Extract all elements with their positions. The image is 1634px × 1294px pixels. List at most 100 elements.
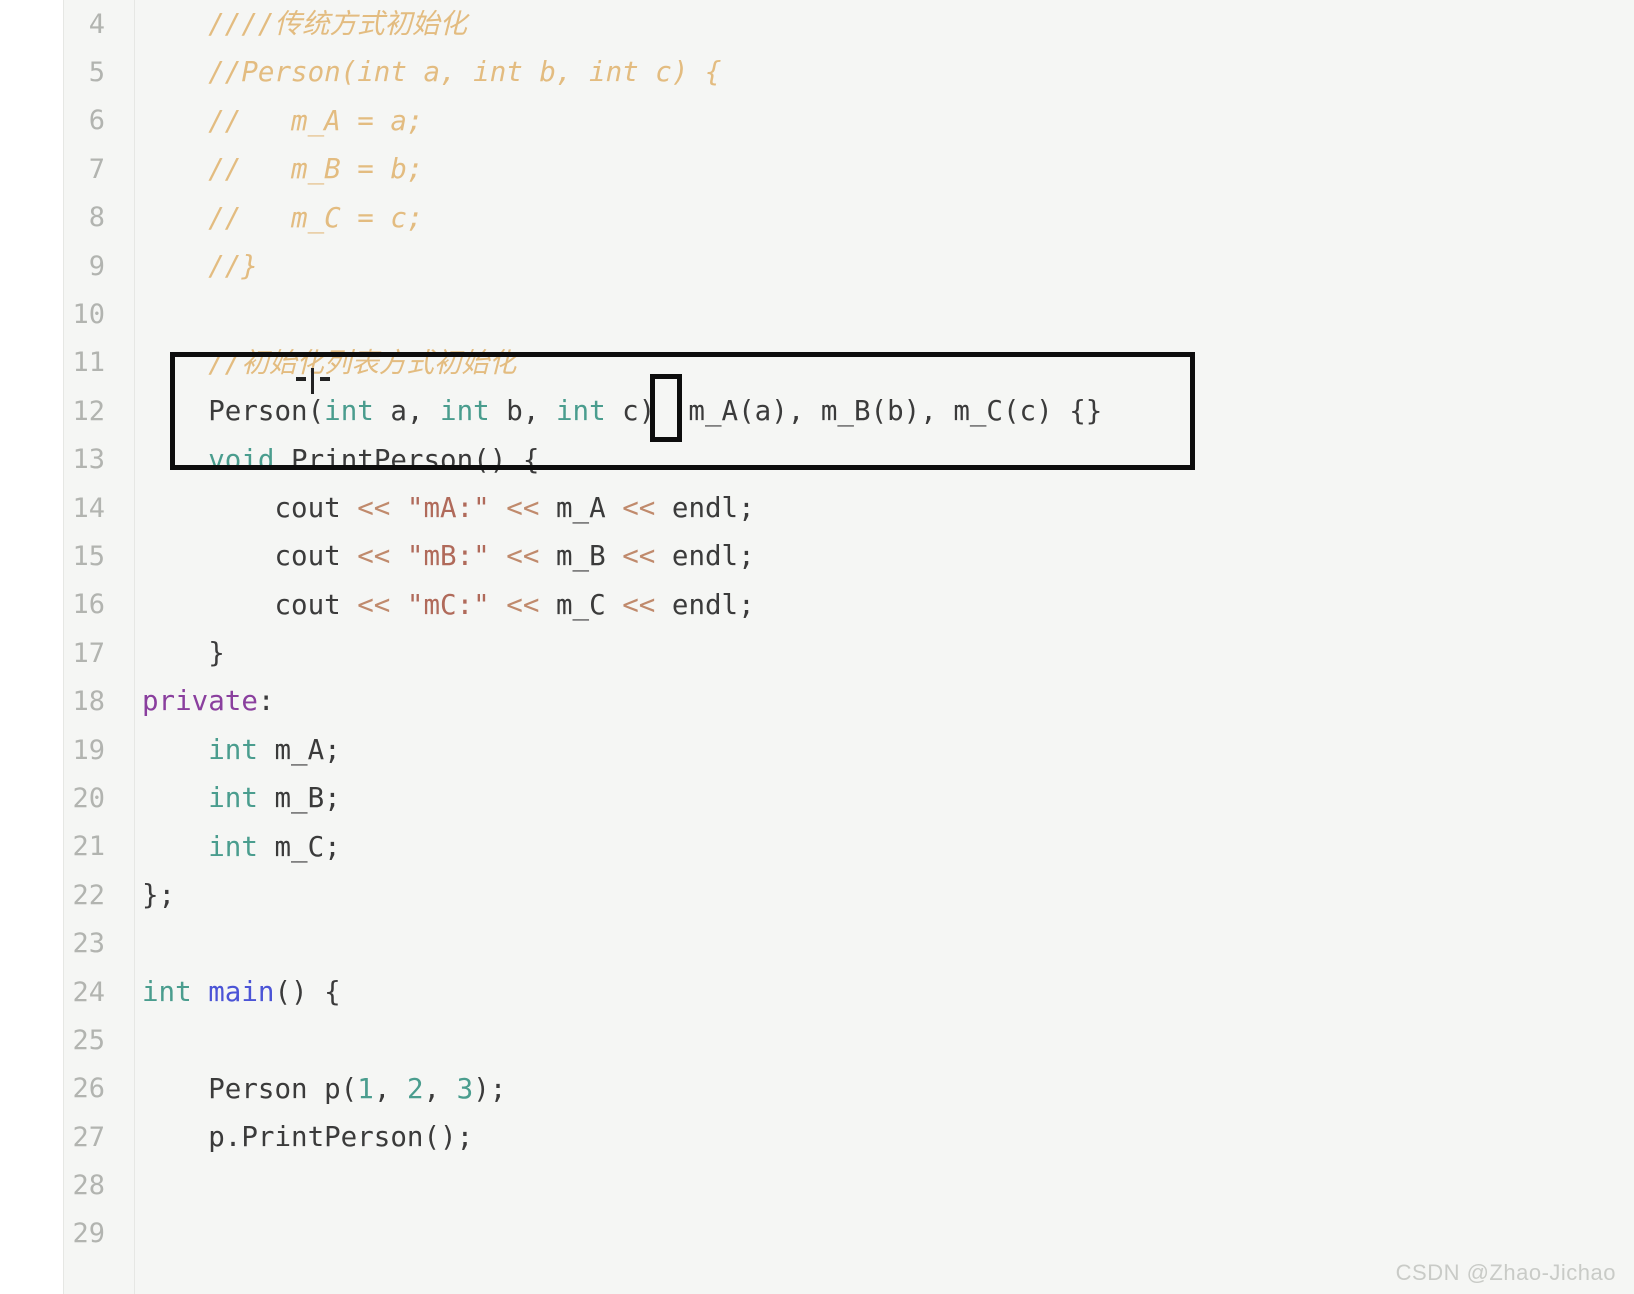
closing-brace-token: } <box>208 637 225 670</box>
code-row[interactable]: 29 <box>0 1210 1634 1258</box>
code-row[interactable]: 24 int main() { <box>0 968 1634 1016</box>
code-line[interactable]: } <box>135 629 1634 677</box>
code-row[interactable]: 8 // m_C = c; <box>0 194 1634 242</box>
code-row[interactable]: 5 //Person(int a, int b, int c) { <box>0 48 1634 96</box>
code-row[interactable]: 19 int m_A; <box>0 726 1634 774</box>
line-number: 19 <box>72 734 105 766</box>
comment-token: ////传统方式初始化 <box>208 8 467 40</box>
line-number: 20 <box>72 782 105 814</box>
code-editor: 4 ////传统方式初始化 5 //Person(int a, int b, i… <box>0 0 1634 1294</box>
code-row[interactable]: 14 cout << "mA:" << m_A << endl; <box>0 484 1634 532</box>
code-line[interactable]: private: <box>135 677 1634 725</box>
keyword-token: int <box>555 395 606 428</box>
code-row[interactable]: 25 <box>0 1016 1634 1064</box>
comment-token: //初始化列表方式初始化 <box>208 346 517 379</box>
access-specifier-token: private <box>142 685 258 718</box>
code-row[interactable]: 27 p.PrintPerson(); <box>0 1113 1634 1161</box>
code-line[interactable]: // m_A = a; <box>135 97 1634 145</box>
code-line[interactable]: int m_A; <box>135 726 1634 774</box>
code-row[interactable]: 16 cout << "mC:" << m_C << endl; <box>0 581 1634 629</box>
line-number: 17 <box>72 637 105 669</box>
code-line[interactable]: ////传统方式初始化 <box>135 0 1634 48</box>
punctuation-token: , <box>423 1072 457 1105</box>
code-line[interactable]: //Person(int a, int b, int c) { <box>135 48 1634 96</box>
code-line[interactable]: //初始化列表方式初始化 <box>135 339 1634 387</box>
member-variable-token: m_A <box>539 491 623 524</box>
punctuation-token: ); <box>473 1072 507 1105</box>
operator-token: << <box>357 588 391 621</box>
line-number: 12 <box>72 395 105 427</box>
operator-token: << <box>357 540 391 573</box>
member-variable-token: m_C <box>539 588 623 621</box>
code-row[interactable]: 7 // m_B = b; <box>0 145 1634 193</box>
code-row[interactable]: 6 // m_A = a; <box>0 97 1634 145</box>
punctuation-token: () { <box>274 975 341 1008</box>
code-line[interactable]: int m_C; <box>135 823 1634 871</box>
code-row[interactable]: 23 <box>0 919 1634 967</box>
line-number: 28 <box>72 1170 105 1202</box>
code-row[interactable]: 26 Person p(1, 2, 3); <box>0 1065 1634 1113</box>
endl-token: endl; <box>655 540 755 573</box>
code-row[interactable]: 4 ////传统方式初始化 <box>0 0 1634 48</box>
code-line[interactable]: cout << "mB:" << m_B << endl; <box>135 532 1634 580</box>
code-row[interactable]: 21 int m_C; <box>0 823 1634 871</box>
string-literal-token: "mA:" <box>390 491 507 524</box>
code-row[interactable]: 18 private: <box>0 677 1634 725</box>
code-line[interactable]: // m_C = c; <box>135 194 1634 242</box>
code-line[interactable]: Person p(1, 2, 3); <box>135 1065 1634 1113</box>
comment-token: //} <box>208 249 258 282</box>
code-row[interactable]: 20 int m_B; <box>0 774 1634 822</box>
line-number: 18 <box>72 686 105 718</box>
code-row[interactable]: 9 //} <box>0 242 1634 290</box>
code-line[interactable]: // m_B = b; <box>135 145 1634 193</box>
code-row[interactable]: 22 }; <box>0 871 1634 919</box>
code-row[interactable]: 12 Person(int a, int b, int c) :m_A(a), … <box>0 387 1634 435</box>
keyword-token: int <box>208 782 258 815</box>
code-line[interactable]: }; <box>135 871 1634 919</box>
code-row[interactable]: 28 <box>0 1161 1634 1209</box>
code-line[interactable]: p.PrintPerson(); <box>135 1113 1634 1161</box>
line-number: 23 <box>72 928 105 960</box>
endl-token: endl; <box>655 588 755 621</box>
member-variable-token: m_B <box>539 540 623 573</box>
line-number: 24 <box>72 976 105 1008</box>
line-number: 8 <box>88 202 105 234</box>
punctuation-token: : <box>257 685 275 718</box>
code-row[interactable]: 17 } <box>0 629 1634 677</box>
code-line[interactable]: int m_B; <box>135 774 1634 822</box>
param-token: c) <box>605 395 672 428</box>
code-row[interactable]: 11 //初始化列表方式初始化 <box>0 339 1634 387</box>
code-line[interactable]: int main() { <box>135 968 1634 1016</box>
member-variable-token: m_B; <box>257 782 341 815</box>
class-constructor-name: Person( <box>208 395 325 428</box>
line-number: 27 <box>72 1121 105 1153</box>
line-number: 22 <box>72 879 105 911</box>
stream-object-token: cout <box>274 491 358 524</box>
code-line[interactable]: //} <box>135 242 1634 290</box>
code-line[interactable]: void PrintPerson() { <box>135 436 1634 484</box>
operator-token: << <box>622 540 656 573</box>
code-row[interactable]: 15 cout << "mB:" << m_B << endl; <box>0 532 1634 580</box>
class-end-token: }; <box>142 879 176 912</box>
operator-token: << <box>506 540 540 573</box>
code-row[interactable]: 13 void PrintPerson() { <box>0 436 1634 484</box>
code-line[interactable]: Person(int a, int b, int c) :m_A(a), m_B… <box>135 387 1634 435</box>
member-variable-token: m_A; <box>257 733 341 766</box>
number-token: 3 <box>456 1072 474 1105</box>
comment-token: // m_A = a; <box>208 104 424 137</box>
code-row[interactable]: 10 <box>0 290 1634 338</box>
code-line[interactable]: cout << "mA:" << m_A << endl; <box>135 484 1634 532</box>
operator-token: << <box>357 491 391 524</box>
code-line[interactable]: cout << "mC:" << m_C << endl; <box>135 581 1634 629</box>
